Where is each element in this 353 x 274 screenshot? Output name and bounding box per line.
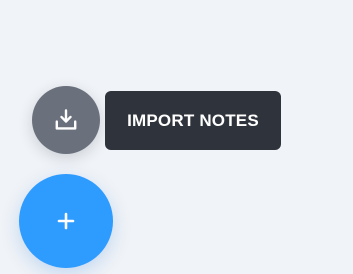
add-button[interactable] xyxy=(19,174,113,268)
download-tray-icon xyxy=(55,109,77,130)
import-notes-tooltip: IMPORT NOTES xyxy=(105,91,281,150)
fab-menu-area: IMPORT NOTES xyxy=(0,0,353,274)
plus-icon xyxy=(57,212,75,230)
import-notes-button[interactable] xyxy=(32,86,100,154)
